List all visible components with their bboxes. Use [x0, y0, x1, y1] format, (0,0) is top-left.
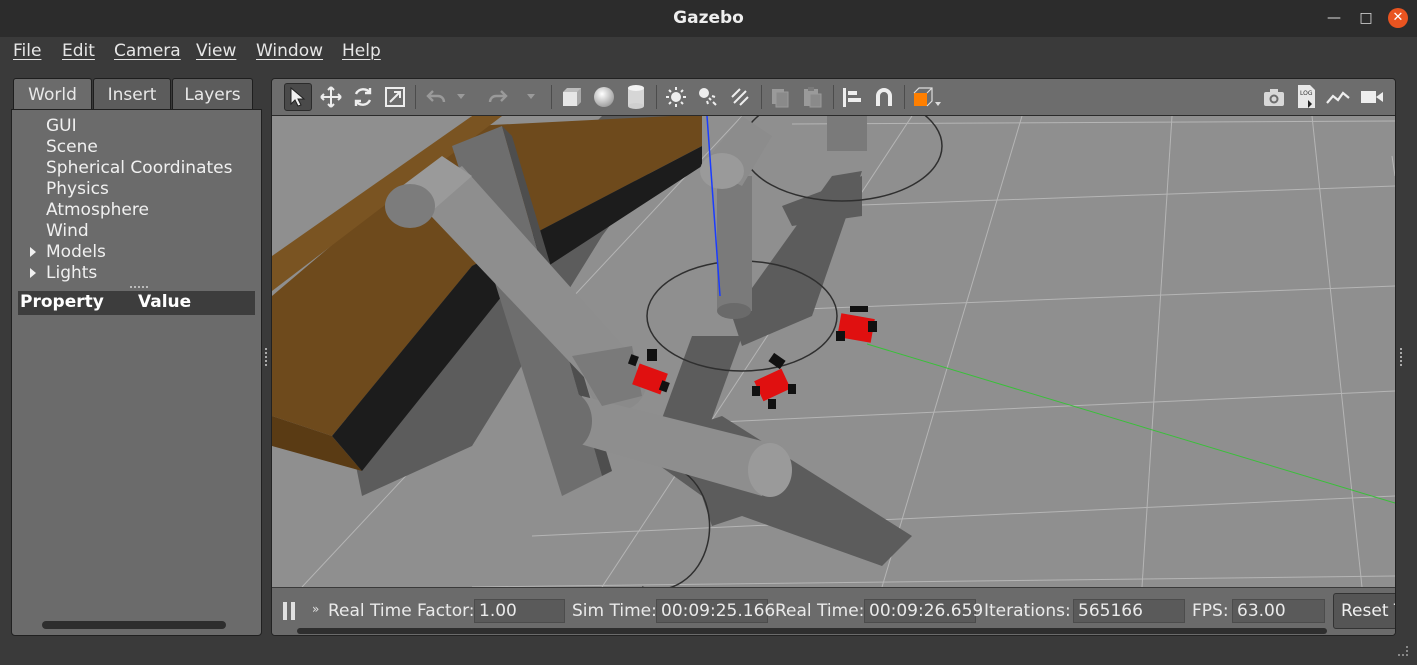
- cylinder-icon[interactable]: [622, 83, 650, 111]
- render-panel: LOG » Real Time Factor: 1.00 Sim Time: 0…: [271, 78, 1396, 636]
- sphere-icon[interactable]: [590, 83, 618, 111]
- redo-dropdown-icon[interactable]: [524, 83, 538, 111]
- sim-time-value: 00:09:25.166: [656, 599, 775, 623]
- value-column-header: Value: [138, 292, 192, 312]
- menu-bar: File Edit Camera View Window Help: [0, 37, 1417, 67]
- directional-light-icon[interactable]: [726, 83, 754, 111]
- window-title: Gazebo: [673, 8, 744, 28]
- align-icon[interactable]: [838, 83, 866, 111]
- tab-insert[interactable]: Insert: [93, 78, 171, 110]
- view-angle-icon[interactable]: [910, 83, 944, 111]
- step-button[interactable]: »: [312, 602, 319, 616]
- toolbar-separator: [833, 85, 834, 109]
- log-icon[interactable]: LOG: [1292, 83, 1320, 111]
- menu-file[interactable]: File: [13, 41, 41, 61]
- title-bar: Gazebo — □ ✕: [0, 0, 1417, 37]
- iterations-value: 565166: [1073, 599, 1185, 623]
- menu-help[interactable]: Help: [342, 41, 381, 61]
- tree-item-physics[interactable]: Physics: [46, 179, 109, 199]
- rotate-icon[interactable]: [349, 83, 377, 111]
- gazebo-window: Gazebo — □ ✕ File Edit Camera View Windo…: [0, 0, 1417, 665]
- menu-window[interactable]: Window: [256, 41, 323, 61]
- menu-view[interactable]: View: [196, 41, 236, 61]
- undo-icon[interactable]: [422, 83, 450, 111]
- toolbar-separator: [415, 85, 416, 109]
- tree-item-models[interactable]: Models: [46, 242, 106, 262]
- box-icon[interactable]: [558, 83, 586, 111]
- record-video-icon[interactable]: [1358, 83, 1386, 111]
- left-panel-scrollbar[interactable]: [42, 621, 226, 629]
- log-label: LOG: [1300, 90, 1313, 97]
- toolbar-separator: [656, 85, 657, 109]
- redo-icon[interactable]: [484, 83, 512, 111]
- fps-value: 63.00: [1232, 599, 1325, 623]
- scale-icon[interactable]: [381, 83, 409, 111]
- select-arrow-icon[interactable]: [284, 83, 312, 111]
- toolbar-separator: [761, 85, 762, 109]
- fps-label: FPS:: [1192, 601, 1229, 621]
- right-splitter-handle[interactable]: [1400, 348, 1403, 366]
- paste-icon[interactable]: [798, 83, 826, 111]
- status-bar-scrollbar[interactable]: [297, 628, 1327, 634]
- expand-lights-icon[interactable]: [30, 268, 36, 278]
- iterations-label: Iterations:: [984, 601, 1071, 621]
- toolbar: LOG: [272, 79, 1395, 116]
- tree-item-lights[interactable]: Lights: [46, 263, 97, 283]
- world-tree-panel: GUI Scene Spherical Coordinates Physics …: [11, 109, 262, 636]
- tab-layers[interactable]: Layers: [172, 78, 253, 110]
- left-panel: World Insert Layers GUI Scene Spherical …: [11, 78, 262, 636]
- tree-item-atmosphere[interactable]: Atmosphere: [46, 200, 149, 220]
- tree-item-spherical-coordinates[interactable]: Spherical Coordinates: [46, 158, 232, 178]
- real-time-factor-label: Real Time Factor:: [328, 601, 475, 621]
- toolbar-separator: [551, 85, 552, 109]
- plot-icon[interactable]: [1324, 83, 1352, 111]
- screenshot-icon[interactable]: [1260, 83, 1288, 111]
- sim-time-label: Sim Time:: [572, 601, 657, 621]
- copy-icon[interactable]: [766, 83, 794, 111]
- tree-item-wind[interactable]: Wind: [46, 221, 89, 241]
- property-column-header: Property: [20, 292, 104, 312]
- real-time-label: Real Time:: [775, 601, 865, 621]
- snap-icon[interactable]: [870, 83, 898, 111]
- undo-dropdown-icon[interactable]: [454, 83, 468, 111]
- menu-edit[interactable]: Edit: [62, 41, 95, 61]
- property-table-header: Property Value: [18, 291, 255, 315]
- real-time-factor-value: 1.00: [474, 599, 565, 623]
- status-bar: » Real Time Factor: 1.00 Sim Time: 00:09…: [272, 587, 1395, 635]
- left-splitter-handle[interactable]: [265, 348, 268, 366]
- tree-item-scene[interactable]: Scene: [46, 137, 98, 157]
- property-splitter-handle[interactable]: [130, 286, 148, 289]
- tab-world[interactable]: World: [13, 78, 92, 110]
- tree-item-gui[interactable]: GUI: [46, 116, 77, 136]
- expand-models-icon[interactable]: [30, 247, 36, 257]
- reset-time-button[interactable]: Reset Time: [1333, 593, 1395, 629]
- menu-camera[interactable]: Camera: [114, 41, 181, 61]
- toolbar-separator: [904, 85, 905, 109]
- spot-light-icon[interactable]: [694, 83, 722, 111]
- resize-grip[interactable]: [1398, 646, 1408, 656]
- translate-icon[interactable]: [317, 83, 345, 111]
- point-light-icon[interactable]: [662, 83, 690, 111]
- minimize-icon[interactable]: —: [1324, 8, 1344, 28]
- real-time-value: 00:09:26.659: [864, 599, 983, 623]
- scene-viewport[interactable]: [272, 116, 1395, 587]
- maximize-icon[interactable]: □: [1356, 8, 1376, 28]
- close-icon[interactable]: ✕: [1388, 8, 1408, 28]
- pause-icon[interactable]: [283, 602, 297, 620]
